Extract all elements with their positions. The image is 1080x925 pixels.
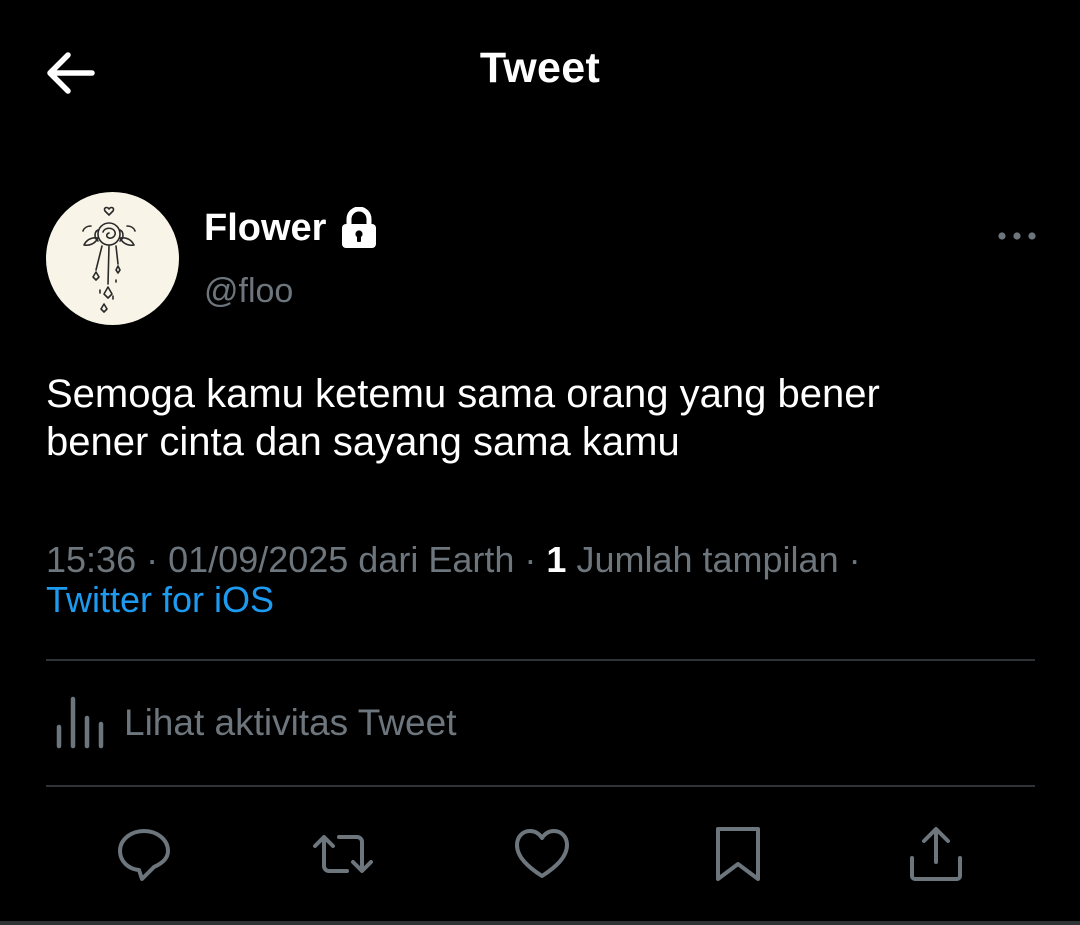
bar-chart-icon xyxy=(54,694,114,752)
view-activity-button[interactable]: Lihat aktivitas Tweet xyxy=(46,694,1035,752)
tweet-text-line: Semoga kamu ketemu sama orang yang bener xyxy=(46,372,880,416)
views-count: 1 xyxy=(546,539,567,580)
like-button[interactable] xyxy=(512,824,572,884)
like-icon xyxy=(515,829,569,878)
display-name: Flower xyxy=(204,206,327,249)
top-bar: Tweet xyxy=(0,0,1080,150)
reply-button[interactable] xyxy=(114,824,174,884)
bookmark-button[interactable] xyxy=(708,824,768,884)
author-name-row[interactable]: Flower xyxy=(204,203,378,253)
tweet-date-location: 01/09/2025 dari Earth xyxy=(168,539,515,580)
tweet-text-line: bener cinta dan sayang sama kamu xyxy=(46,420,680,464)
ellipsis-icon xyxy=(998,232,1036,240)
views-label: Jumlah tampilan xyxy=(576,539,839,580)
divider xyxy=(46,659,1035,661)
tweet-meta: 15:36 · 01/09/2025 dari Earth · 1 Jumlah… xyxy=(46,540,1046,620)
meta-separator: · xyxy=(848,539,861,580)
author-handle[interactable]: @floo xyxy=(204,272,293,311)
meta-separator: · xyxy=(524,539,537,580)
avatar[interactable] xyxy=(46,192,179,325)
retweet-button[interactable] xyxy=(311,824,373,884)
reply-icon xyxy=(118,829,170,881)
retweet-icon xyxy=(313,835,373,873)
rose-sketch-avatar xyxy=(82,206,136,313)
divider xyxy=(46,785,1035,787)
lock-icon xyxy=(340,207,378,249)
page-title: Tweet xyxy=(479,44,601,92)
meta-separator: · xyxy=(146,539,159,580)
bottom-border xyxy=(0,921,1080,925)
tweet-time: 15:36 xyxy=(46,539,137,580)
tweet-text: Semoga kamu ketemu sama orang yang bener… xyxy=(46,370,1046,466)
share-button[interactable] xyxy=(906,824,966,884)
share-icon xyxy=(910,827,962,881)
more-options-button[interactable] xyxy=(994,222,1040,250)
source-link[interactable]: Twitter for iOS xyxy=(46,579,274,620)
bookmark-icon xyxy=(716,827,760,881)
view-activity-label: Lihat aktivitas Tweet xyxy=(124,702,457,743)
